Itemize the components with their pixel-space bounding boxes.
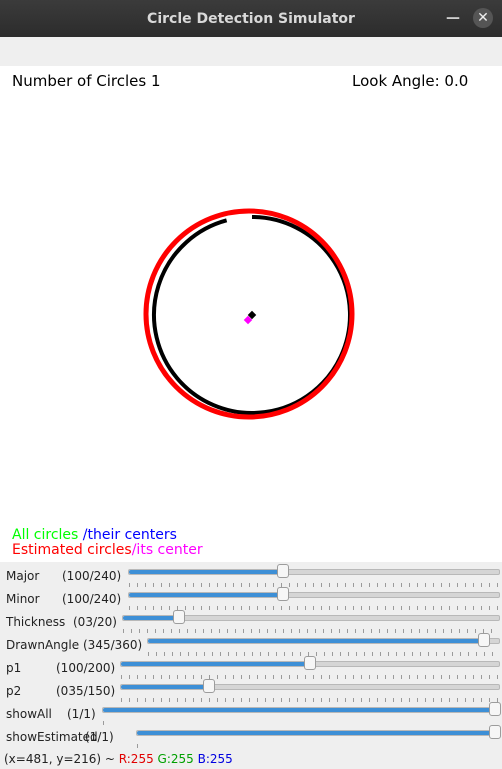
- slider-thumb[interactable]: [489, 702, 501, 716]
- cursor-coords: (x=481, y=216) ~: [4, 752, 119, 766]
- image-canvas[interactable]: Number of Circles 1 Look Angle: 0.0 All …: [0, 66, 502, 562]
- pixel-red-value: R:255: [118, 752, 154, 766]
- pixel-green-value: G:255: [157, 752, 194, 766]
- minor-slider[interactable]: [128, 587, 500, 610]
- slider-row-drawnangle: DrawnAngle (345/360): [0, 633, 502, 656]
- slider-row-minor: Minor (100/240): [0, 587, 502, 610]
- title-bar: Circle Detection Simulator — ✕: [0, 0, 502, 37]
- slider-thumb[interactable]: [277, 564, 290, 578]
- p1-slider[interactable]: [120, 656, 500, 679]
- pixel-blue-value: B:255: [197, 752, 233, 766]
- slider-row-showall: showAll (1/1): [0, 702, 502, 725]
- legend-estimated-center-text: /its center: [131, 542, 203, 558]
- thickness-slider[interactable]: [122, 610, 500, 633]
- slider-label: DrawnAngle: [6, 638, 80, 652]
- showall-slider[interactable]: [102, 702, 501, 725]
- legend-estimated-text: Estimated circles: [12, 542, 132, 558]
- minimize-icon[interactable]: —: [444, 9, 462, 27]
- slider-value: (345/360): [83, 638, 143, 652]
- slider-row-p2: p2 (035/150): [0, 679, 502, 702]
- slider-label: p1: [6, 661, 22, 675]
- slider-value: (03/20): [73, 615, 117, 629]
- slider-value: (100/240): [62, 592, 122, 606]
- slider-row-p1: p1 (100/200): [0, 656, 502, 679]
- legend-all-circles-text: All circles: [12, 527, 83, 543]
- circle-drawing: [143, 208, 355, 420]
- slider-row-showestimated: showEstimated (1/1): [0, 725, 502, 748]
- slider-value: (100/200): [56, 661, 116, 675]
- toolbar: [0, 37, 502, 66]
- close-icon[interactable]: ✕: [473, 8, 493, 28]
- slider-value: (1/1): [67, 707, 96, 721]
- slider-thumb[interactable]: [478, 633, 491, 647]
- slider-thumb[interactable]: [173, 610, 186, 624]
- legend-estimated: Estimated circles/its center: [12, 542, 203, 558]
- window-title: Circle Detection Simulator: [147, 10, 355, 27]
- slider-label: showAll: [6, 707, 52, 721]
- drawnangle-slider[interactable]: [147, 633, 500, 656]
- showestimated-slider[interactable]: [136, 725, 501, 748]
- slider-label: showEstimated: [6, 730, 98, 744]
- slider-value: (1/1): [85, 730, 114, 744]
- major-slider[interactable]: [128, 564, 500, 587]
- app-window: Circle Detection Simulator — ✕ Number of…: [0, 0, 502, 769]
- slider-label: p2: [6, 684, 22, 698]
- legend-centers-text: /their centers: [82, 527, 177, 543]
- slider-thumb[interactable]: [277, 587, 290, 601]
- slider-label: Minor: [6, 592, 40, 606]
- slider-thumb[interactable]: [203, 679, 216, 693]
- p2-slider[interactable]: [120, 679, 500, 702]
- slider-row-thickness: Thickness (03/20): [0, 610, 502, 633]
- slider-value: (035/150): [56, 684, 116, 698]
- slider-label: Thickness: [6, 615, 66, 629]
- slider-thumb[interactable]: [489, 725, 501, 739]
- slider-thumb[interactable]: [304, 656, 316, 670]
- slider-value: (100/240): [62, 569, 122, 583]
- slider-label: Major: [6, 569, 40, 583]
- slider-row-major: Major (100/240): [0, 564, 502, 587]
- legend-all-circles: All circles /their centers: [12, 527, 177, 543]
- status-bar: (x=481, y=216) ~ R:255 G:255 B:255: [4, 752, 233, 766]
